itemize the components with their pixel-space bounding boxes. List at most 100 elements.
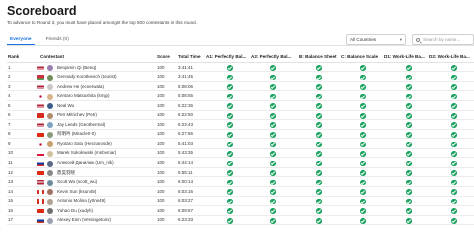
solved-check-icon bbox=[227, 170, 233, 176]
solved-check-icon bbox=[316, 198, 322, 205]
search-icon bbox=[416, 37, 420, 42]
solved-check-icon bbox=[451, 93, 457, 100]
contestant-name[interactable]: Yuhao Du (xudyh) bbox=[57, 207, 93, 216]
rank-cell: 8 bbox=[8, 131, 11, 137]
search-input[interactable]: Search by name... bbox=[412, 34, 474, 45]
solved-check-icon bbox=[360, 198, 366, 205]
solved-check-icon bbox=[360, 217, 366, 224]
contestant-name[interactable]: Marek Sokołowski (mnbvmar) bbox=[57, 149, 116, 158]
rank-cell: 5 bbox=[8, 102, 11, 108]
solved-check-icon bbox=[270, 132, 276, 138]
contestant-name[interactable]: Kentaro Matsushita (kmjp) bbox=[57, 92, 110, 101]
col-header-b[interactable]: B: Balance Sheet bbox=[299, 54, 337, 59]
avatar[interactable] bbox=[47, 84, 53, 91]
avatar[interactable] bbox=[47, 122, 53, 129]
score-cell: 100 bbox=[157, 179, 165, 185]
table-row: 1 Benjamin Qi (Benq) 100 3:41:41 bbox=[7, 64, 474, 73]
solved-check-icon bbox=[451, 208, 457, 215]
contestant-name[interactable]: Alexey Enin (Versingetorix) bbox=[57, 216, 111, 225]
solved-check-icon bbox=[406, 122, 412, 129]
total-time-cell: 5:08:06 bbox=[178, 83, 194, 89]
total-time-cell: 3:41:41 bbox=[178, 64, 194, 70]
solved-check-icon bbox=[406, 132, 412, 138]
avatar[interactable] bbox=[47, 170, 53, 177]
total-time-cell: 6:03:27 bbox=[178, 198, 194, 204]
total-time-cell: 5:23:43 bbox=[178, 121, 194, 127]
contestant-name[interactable]: Neal Wu bbox=[57, 102, 74, 111]
solved-check-icon bbox=[316, 170, 322, 176]
solved-check-icon bbox=[227, 198, 233, 205]
country-select-value: All Countries bbox=[350, 37, 377, 42]
solved-check-icon bbox=[270, 189, 276, 195]
contestant-name[interactable]: Scott Wu (scott_wu) bbox=[57, 178, 97, 187]
solved-check-icon bbox=[270, 103, 276, 109]
contestant-name[interactable]: Benjamin Qi (Benq) bbox=[57, 64, 96, 73]
avatar[interactable] bbox=[47, 103, 53, 110]
solved-check-icon bbox=[227, 189, 233, 195]
avatar[interactable] bbox=[47, 112, 53, 119]
solved-check-icon bbox=[227, 74, 233, 81]
col-header-d2[interactable]: D2: Work-Life Ba... bbox=[429, 54, 470, 59]
total-time-cell: 3:41:45 bbox=[178, 74, 194, 80]
rank-cell: 10 bbox=[8, 150, 14, 156]
score-cell: 100 bbox=[157, 93, 165, 99]
solved-check-icon bbox=[406, 93, 412, 100]
rank-cell: 3 bbox=[8, 83, 11, 89]
avatar[interactable] bbox=[47, 93, 53, 100]
rank-cell: 12 bbox=[8, 169, 14, 175]
contestant-name[interactable]: Jay Leeds (Geothermal) bbox=[57, 121, 105, 130]
contestant-name[interactable]: Ryotaro Sato (Hecnarosde) bbox=[57, 140, 112, 149]
contestant-name[interactable]: 鼎昊羽晓 bbox=[57, 169, 75, 178]
avatar[interactable] bbox=[47, 150, 53, 157]
country-flag-icon bbox=[37, 208, 44, 214]
contestant-name[interactable]: Andrew He (ecnerwala) bbox=[57, 83, 104, 92]
solved-check-icon bbox=[451, 198, 457, 205]
solved-check-icon bbox=[451, 132, 457, 138]
avatar[interactable] bbox=[47, 131, 53, 138]
solved-check-icon bbox=[316, 151, 322, 157]
table-row: 7 Jay Leeds (Geothermal) 100 5:23:43 bbox=[7, 121, 474, 130]
contestant-name[interactable]: Gennady Korotkevich (tourist) bbox=[57, 73, 117, 82]
avatar[interactable] bbox=[47, 217, 53, 224]
avatar[interactable] bbox=[47, 198, 53, 205]
tab-friends[interactable]: Friends (0) bbox=[43, 34, 72, 45]
total-time-cell: 6:00:14 bbox=[178, 179, 194, 185]
contestant-name[interactable]: Antonio Molina (y0rw49) bbox=[57, 197, 106, 206]
contestant-name[interactable]: Алексей Данилюк (Um_nik) bbox=[57, 159, 114, 168]
country-flag-icon bbox=[37, 161, 44, 166]
col-header-c[interactable]: C: Balance Scale bbox=[341, 54, 378, 59]
solved-check-icon bbox=[451, 84, 457, 90]
solved-check-icon bbox=[227, 112, 233, 119]
score-cell: 100 bbox=[157, 150, 165, 156]
col-header-a1[interactable]: A1: Perfectly Bal... bbox=[206, 54, 246, 59]
col-header-a2[interactable]: A2: Perfectly Bal... bbox=[251, 54, 291, 59]
country-flag-icon bbox=[37, 113, 44, 118]
avatar[interactable] bbox=[47, 160, 53, 167]
solved-check-icon bbox=[227, 151, 233, 157]
solved-check-icon bbox=[316, 65, 322, 71]
avatar[interactable] bbox=[47, 208, 53, 215]
solved-check-icon bbox=[360, 122, 366, 129]
country-select[interactable]: All Countries ▾ bbox=[346, 34, 406, 45]
avatar[interactable] bbox=[47, 179, 53, 186]
tab-everyone[interactable]: Everyone bbox=[7, 34, 35, 45]
avatar[interactable] bbox=[47, 65, 53, 71]
avatar[interactable] bbox=[47, 141, 53, 148]
total-time-cell: 5:22:36 bbox=[178, 102, 194, 108]
col-header-total-time: Total Time bbox=[178, 54, 201, 59]
tab-bar: Everyone Friends (0) bbox=[7, 34, 80, 45]
country-flag-icon bbox=[37, 103, 44, 109]
solved-check-icon bbox=[406, 74, 412, 81]
solved-check-icon bbox=[227, 65, 233, 71]
solved-check-icon bbox=[451, 217, 457, 224]
col-header-d1[interactable]: D1: Work-Life Ba... bbox=[384, 54, 425, 59]
score-cell: 100 bbox=[157, 131, 165, 137]
contestant-name[interactable]: Petr Mitrichev (Petr) bbox=[57, 111, 97, 120]
solved-check-icon bbox=[227, 141, 233, 148]
avatar[interactable] bbox=[47, 189, 53, 196]
contestant-name[interactable]: Kevin Sun (ksun48) bbox=[57, 188, 96, 197]
contestant-name[interactable]: 阿明吟 (Miracle0-0) bbox=[57, 130, 96, 139]
solved-check-icon bbox=[316, 189, 322, 195]
table-row: 14 Kevin Sun (ksun48) 100 6:03:16 bbox=[7, 188, 474, 197]
avatar[interactable] bbox=[47, 74, 53, 81]
